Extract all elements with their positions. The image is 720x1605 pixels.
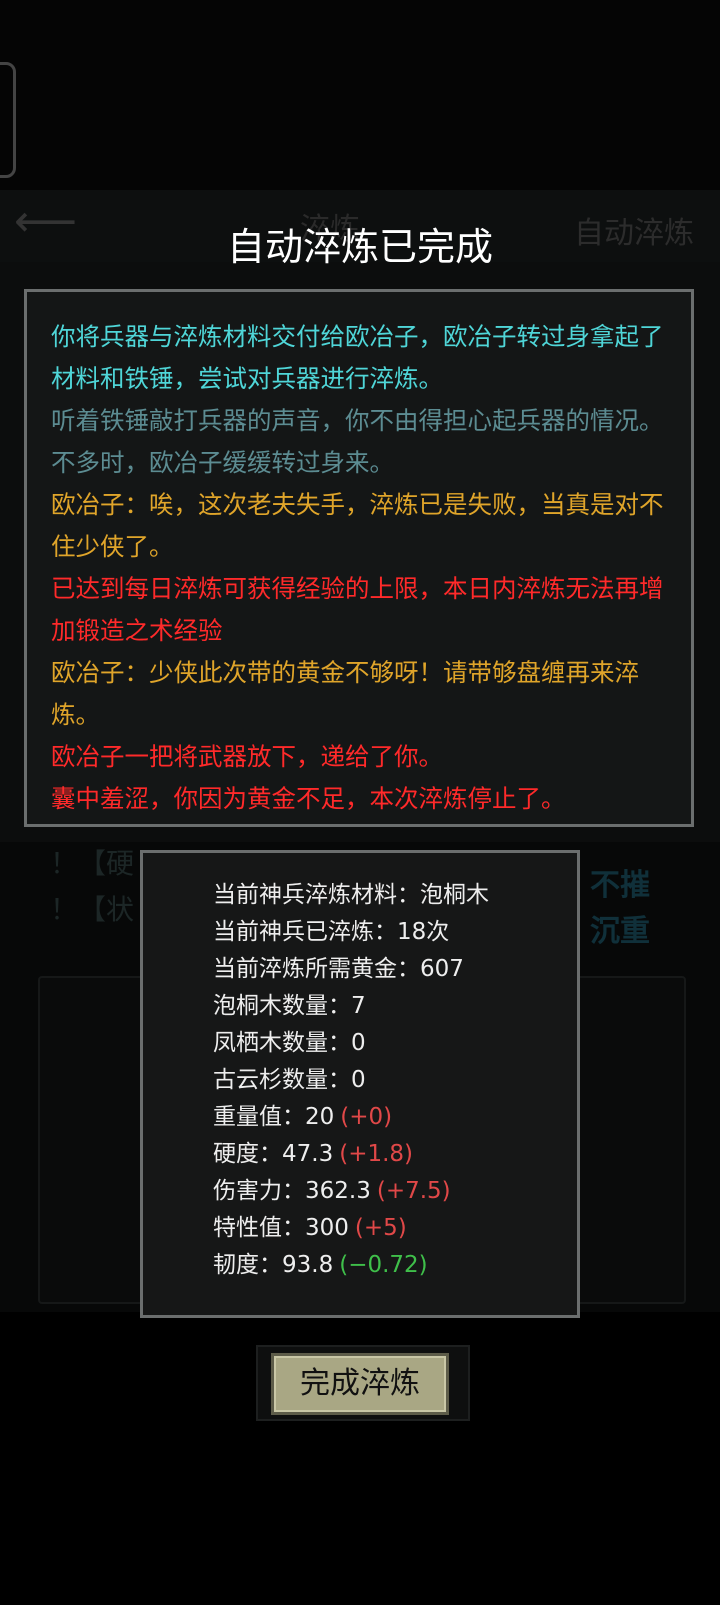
stat-label: 特性值： bbox=[213, 1215, 305, 1241]
stat-label: 凤栖木数量： bbox=[213, 1030, 351, 1056]
stat-value: 362.3 bbox=[305, 1178, 371, 1204]
stat-row: 伤害力：362.3 (+7.5) bbox=[213, 1173, 577, 1210]
stat-row: 重量值：20 (+0) bbox=[213, 1099, 577, 1136]
stat-label: 硬度： bbox=[213, 1141, 282, 1167]
background-tag-right-2: 沉重 bbox=[590, 914, 650, 949]
log-line: 听着铁锤敲打兵器的声音，你不由得担心起兵器的情况。不多时，欧冶子缓缓转过身来。 bbox=[51, 406, 664, 477]
stat-delta: (+5) bbox=[354, 1215, 407, 1241]
stat-value: 0 bbox=[351, 1030, 366, 1056]
stat-row: 特性值：300 (+5) bbox=[213, 1210, 577, 1247]
background-tag-hardness: ！【硬 bbox=[50, 847, 135, 880]
dialog-title: 自动淬炼已完成 bbox=[226, 225, 493, 269]
stat-delta: (+1.8) bbox=[339, 1141, 414, 1167]
stat-row: 韧度：93.8 (−0.72) bbox=[213, 1247, 577, 1284]
stat-label: 伤害力： bbox=[213, 1178, 305, 1204]
stat-row: 硬度：47.3 (+1.8) bbox=[213, 1136, 577, 1173]
log-line: 欧冶子：唉，这次老夫失手，淬炼已是失败，当真是对不住少侠了。 bbox=[51, 490, 664, 561]
stat-label: 重量值： bbox=[213, 1104, 305, 1130]
log-line: 已达到每日淬炼可获得经验的上限，本日内淬炼无法再增加锻造之术经验 bbox=[51, 574, 664, 645]
stat-value: 607 bbox=[420, 956, 464, 982]
stat-value: 18次 bbox=[397, 919, 450, 945]
stat-value: 7 bbox=[351, 993, 366, 1019]
stat-value: 泡桐木 bbox=[420, 882, 489, 908]
log-line: 你将兵器与淬炼材料交付给欧冶子，欧冶子转过身拿起了材料和铁锤，尝试对兵器进行淬炼… bbox=[51, 322, 664, 393]
stat-row: 凤栖木数量：0 bbox=[213, 1025, 577, 1062]
log-line: 囊中羞涩，你因为黄金不足，本次淬炼停止了。 bbox=[51, 784, 566, 813]
background-tag-status: ！【状 bbox=[50, 893, 135, 926]
stat-row: 当前神兵淬炼材料：泡桐木 bbox=[213, 877, 577, 914]
stat-label: 当前神兵已淬炼： bbox=[213, 919, 397, 945]
stat-label: 当前淬炼所需黄金： bbox=[213, 956, 420, 982]
stat-delta: (+7.5) bbox=[376, 1178, 451, 1204]
refine-log-box: 你将兵器与淬炼材料交付给欧冶子，欧冶子转过身拿起了材料和铁锤，尝试对兵器进行淬炼… bbox=[24, 289, 694, 827]
finish-refine-button[interactable]: 完成淬炼 bbox=[271, 1353, 449, 1415]
stat-label: 韧度： bbox=[213, 1252, 282, 1278]
background-tag-right-1: 不摧 bbox=[590, 868, 650, 903]
stat-label: 泡桐木数量： bbox=[213, 993, 351, 1019]
stat-value: 300 bbox=[305, 1215, 349, 1241]
stat-delta: (+0) bbox=[340, 1104, 393, 1130]
log-line: 欧冶子一把将武器放下，递给了你。 bbox=[51, 742, 443, 771]
stat-row: 古云杉数量：0 bbox=[213, 1062, 577, 1099]
stat-value: 0 bbox=[351, 1067, 366, 1093]
log-line: 欧冶子：少侠此次带的黄金不够呀！请带够盘缠再来淬炼。 bbox=[51, 658, 639, 729]
refine-stats-box: 当前神兵淬炼材料：泡桐木 当前神兵已淬炼：18次 当前淬炼所需黄金：607 泡桐… bbox=[140, 850, 580, 1318]
stat-value: 20 bbox=[305, 1104, 335, 1130]
stat-label: 当前神兵淬炼材料： bbox=[213, 882, 420, 908]
stat-delta: (−0.72) bbox=[339, 1252, 428, 1278]
background-frame-edge bbox=[0, 62, 16, 178]
stat-value: 47.3 bbox=[282, 1141, 334, 1167]
background-top bbox=[0, 0, 720, 190]
stat-row: 当前神兵已淬炼：18次 bbox=[213, 914, 577, 951]
stat-row: 泡桐木数量：7 bbox=[213, 988, 577, 1025]
stat-value: 93.8 bbox=[282, 1252, 334, 1278]
stat-row: 当前淬炼所需黄金：607 bbox=[213, 951, 577, 988]
stat-label: 古云杉数量： bbox=[213, 1067, 351, 1093]
